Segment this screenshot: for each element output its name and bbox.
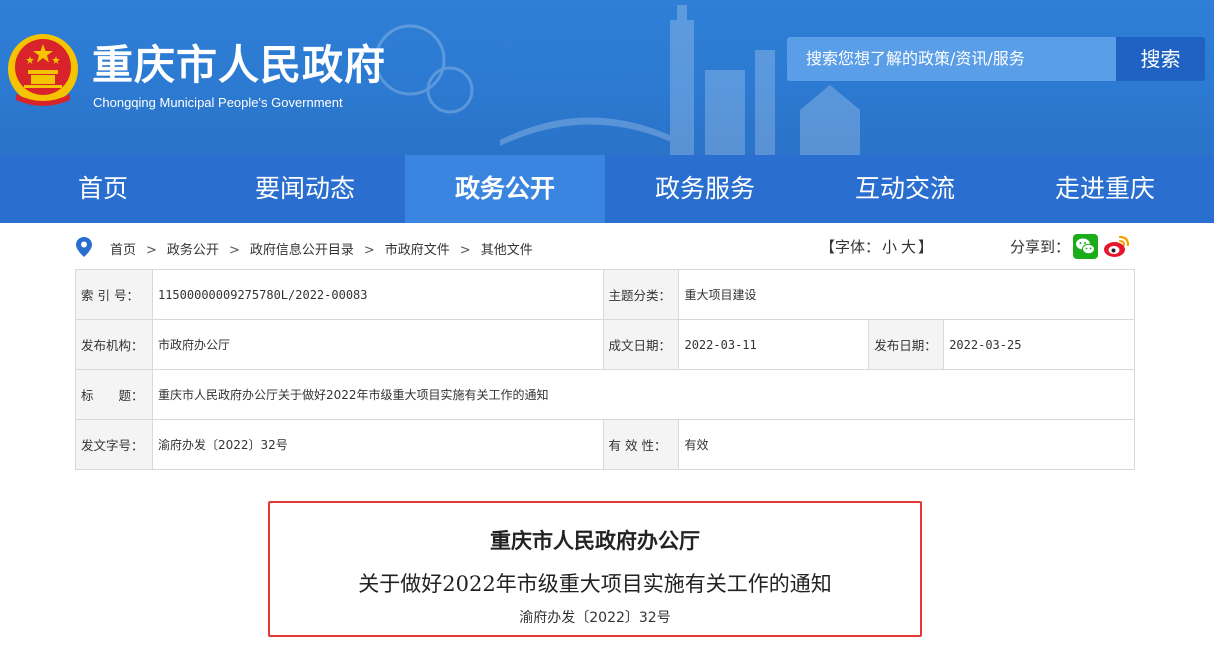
doc-number-value: 渝府办发〔2022〕32号: [151, 419, 604, 470]
breadcrumb: 首页 > 政务公开 > 政府信息公开目录 > 市政府文件 > 其他文件: [110, 239, 533, 258]
written-date-value: 2022-03-11: [678, 319, 870, 370]
breadcrumb-separator: >: [363, 243, 375, 258]
table-row: 索 引 号： 11500000009275780L/2022-00083 主题分…: [75, 269, 1135, 320]
nav-item-home[interactable]: 首页: [0, 155, 205, 223]
location-pin-icon: [76, 237, 92, 257]
validity-value: 有效: [678, 419, 1135, 470]
share-label: 分享到：: [1010, 238, 1071, 256]
site-title[interactable]: 重庆市人民政府: [92, 40, 386, 90]
main-nav: 首页 要闻动态 政务公开 政务服务 互动交流 走进重庆: [0, 155, 1214, 223]
breadcrumb-item-gov-affairs[interactable]: 政务公开: [167, 239, 219, 258]
title-label: 标 题：: [75, 369, 153, 420]
breadcrumb-item-other-docs[interactable]: 其他文件: [481, 239, 533, 258]
document-org: 重庆市人民政府办公厅: [490, 528, 700, 553]
breadcrumb-separator: >: [228, 243, 240, 258]
font-size-large-button[interactable]: 大: [901, 238, 916, 256]
weibo-icon[interactable]: [1103, 234, 1130, 259]
nav-item-gov-services[interactable]: 政务服务: [605, 155, 805, 223]
site-subtitle: Chongqing Municipal People's Government: [93, 95, 343, 110]
doc-number-label: 发文字号：: [75, 419, 153, 470]
wechat-icon[interactable]: [1073, 234, 1098, 259]
font-size-small-button[interactable]: 小: [882, 238, 897, 256]
search-button[interactable]: 搜索: [1116, 37, 1205, 81]
breadcrumb-item-info-catalog[interactable]: 政府信息公开目录: [250, 239, 354, 258]
site-header: 重庆市人民政府 Chongqing Municipal People's Gov…: [0, 0, 1214, 155]
font-size-prefix: 【字体：: [820, 238, 881, 256]
document-number: 渝府办发〔2022〕32号: [519, 610, 671, 626]
font-size-suffix: 】: [918, 238, 934, 256]
issuer-label: 发布机构：: [75, 319, 153, 370]
nav-item-gov-affairs[interactable]: 政务公开: [405, 155, 605, 223]
table-row: 发布机构： 市政府办公厅 成文日期： 2022-03-11 发布日期： 2022…: [75, 319, 1135, 370]
breadcrumb-separator: >: [146, 243, 157, 258]
font-size-control: 【字体：小大】: [820, 236, 933, 257]
published-date-label: 发布日期：: [868, 319, 945, 370]
topic-value: 重大项目建设: [678, 269, 1135, 320]
published-date-value: 2022-03-25: [943, 319, 1135, 370]
written-date-label: 成文日期：: [602, 319, 680, 370]
issuer-value: 市政府办公厅: [151, 319, 604, 370]
breadcrumb-row: 首页 > 政务公开 > 政府信息公开目录 > 市政府文件 > 其他文件 【字体：小大】 分享到：: [76, 233, 1136, 263]
document-info-table: 索 引 号： 11500000009275780L/2022-00083 主题分…: [75, 269, 1136, 470]
validity-label: 有 效 性：: [602, 419, 680, 470]
index-label: 索 引 号：: [75, 269, 153, 320]
nav-item-about-chongqing[interactable]: 走进重庆: [1005, 155, 1205, 223]
nav-item-news[interactable]: 要闻动态: [205, 155, 405, 223]
table-row: 标 题： 重庆市人民政府办公厅关于做好2022年市级重大项目实施有关工作的通知: [75, 369, 1136, 420]
topic-label: 主题分类：: [602, 269, 680, 320]
index-value: 11500000009275780L/2022-00083: [151, 269, 604, 320]
breadcrumb-item-municipal-docs[interactable]: 市政府文件: [385, 239, 450, 258]
nav-item-interaction[interactable]: 互动交流: [805, 155, 1005, 223]
title-value: 重庆市人民政府办公厅关于做好2022年市级重大项目实施有关工作的通知: [151, 369, 1136, 420]
breadcrumb-item-home[interactable]: 首页: [110, 239, 136, 258]
search-input[interactable]: [787, 37, 1116, 81]
table-row: 发文字号： 渝府办发〔2022〕32号 有 效 性： 有效: [75, 419, 1135, 470]
document-title: 关于做好2022年市级重大项目实施有关工作的通知: [358, 572, 832, 596]
document-title-box: 重庆市人民政府办公厅 关于做好2022年市级重大项目实施有关工作的通知 渝府办发…: [268, 501, 922, 637]
national-emblem-icon: [8, 34, 78, 106]
breadcrumb-separator: >: [459, 243, 471, 258]
